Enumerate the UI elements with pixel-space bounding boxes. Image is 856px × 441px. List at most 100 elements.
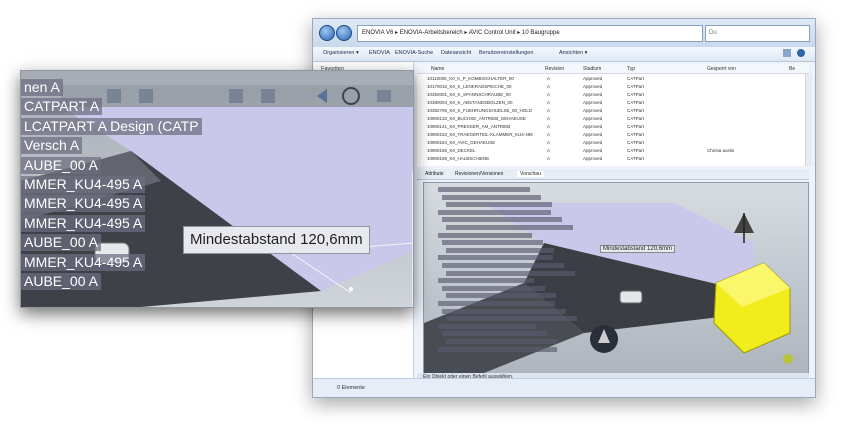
preview-tree-item[interactable] [442,194,541,200]
cell-revision: A [547,148,551,153]
cell-revision: A [547,76,551,81]
toolbar: Organisieren ▾ ENOVIA ENOVIA-Suche Datei… [313,47,815,62]
address-field[interactable]: ENOVIA V6 ▸ ENOVIA-Arbeitsbereich ▸ AVIC… [357,25,703,42]
table-row[interactable]: 10382705_K0_K_FUEHRUNGSHUELSE_00_HOLD A Ap… [417,108,805,114]
tab-revisions[interactable]: Revisionen/Versionen [455,171,503,177]
cell-name: 10900166_K0_DECKEL [427,148,476,153]
cell-revision: A [547,92,551,97]
toolbar-enovia-button[interactable]: ENOVIA [369,50,390,56]
preview-tree-item[interactable] [442,308,566,314]
toolbar-file-view-button[interactable]: Dateiansicht [441,50,471,56]
cell-revision: A [547,84,551,89]
column-revision[interactable]: Revision [545,66,564,72]
back-icon[interactable] [319,25,335,41]
cell-type: CATPart [627,148,644,153]
spec-tree-item[interactable]: MMER_KU4-495 A [21,176,146,193]
column-stadium[interactable]: Stadium [583,66,601,72]
table-row[interactable]: 10900168_K0_HALBSCHIENE A Approved CATPart [417,156,805,162]
preview-tree-item[interactable] [446,202,552,208]
spec-tree-item[interactable]: MMER_KU4-495 A [21,253,146,271]
column-name[interactable]: Name [431,66,444,72]
cell-type: CATPart [627,156,644,161]
preview-tree-item[interactable] [446,225,573,230]
column-locked-by[interactable]: Gesperrt von [707,66,736,72]
spec-tree-item[interactable]: Versch A [21,137,83,155]
item-count: 0 Elemente [337,385,365,391]
preview-tree-item[interactable] [446,316,577,322]
preview-tree-item[interactable] [438,255,553,261]
column-be[interactable]: Be [789,66,795,72]
cell-stadium: Approved [583,156,603,161]
toolbar-icon [107,89,121,103]
preview-tree-item[interactable] [442,217,562,223]
spec-tree-item[interactable]: AUBE_00 A [21,234,101,252]
table-row[interactable]: 10900166_K0_DECKEL A Approved CATPart Christ… [417,148,805,154]
list-scrollbar[interactable] [805,74,812,166]
preview-tree-item[interactable] [442,331,547,337]
address-bar: ENOVIA V6 ▸ ENOVIA-Arbeitsbereich ▸ AVIC… [313,19,815,48]
preview-tree-item[interactable] [438,323,536,329]
file-list: 10110006_K0_K_P_KOMBISCHALTER_00 A Approve… [417,74,805,166]
preview-tree-item[interactable] [442,285,545,291]
spec-tree-item[interactable]: nen A [21,79,63,96]
preview-tree-item[interactable] [438,278,534,284]
preview-tree-item[interactable] [438,346,557,352]
table-row[interactable]: 10900141_K0_PRESSER_AM_ANTRIEB A Approved C… [417,124,805,130]
spec-tree-item[interactable]: AUBE_00 A [21,156,101,174]
view-icon[interactable] [783,49,791,57]
measure-point [349,287,353,291]
cell-type: CATPart [627,100,644,105]
spec-tree-item[interactable]: MMER_KU4-495 A [21,214,146,232]
table-row[interactable]: 10110006_K0_K_P_KOMBISCHALTER_00 A Approve… [417,76,805,82]
preview-tree-item[interactable] [438,187,530,192]
preview-tree-item[interactable] [446,270,575,276]
cell-stadium: Approved [583,92,603,97]
cell-stadium: Approved [583,76,603,81]
table-row[interactable]: 10900153_K0_TRAEGERTEIL-KLAMMER_KU4-495 A… [417,132,805,138]
spec-tree-item[interactable]: AUBE_00 A [21,273,101,290]
cell-revision: A [547,116,551,121]
toolbar-organize-button[interactable]: Organisieren ▾ [323,50,359,56]
detail-tabs: Attribute Revisionen/Versionen Vorschau [417,169,809,180]
cell-revision: A [547,132,551,137]
spec-tree-item[interactable]: LCATPART A Design (CATP [21,117,202,135]
preview-tree-item[interactable] [438,232,532,238]
zoom-overlay: nen A CATPART A LCATPART A Design (CATP Ver… [20,70,414,308]
cell-revision: A [547,140,551,145]
table-row[interactable]: 10380004_K0_K_ABSTANDSBOLZEN_00 A Approved… [417,100,805,106]
toolbar-enovia-search-button[interactable]: ENOVIA-Suche [395,50,433,56]
cell-type: CATPart [627,140,644,145]
preview-tree-item[interactable] [446,247,554,253]
cell-name: 10380004_K0_K_ABSTANDSBOLZEN_00 [427,100,513,105]
toolbar-icon [377,90,391,102]
cell-name: 10900153_K0_TRAEGERTEIL-KLAMMER_KU4-495 [427,132,533,137]
table-row[interactable]: 10900164_K0_AVIC_GEHAEUSE A Approved CATPar… [417,140,805,146]
cell-type: CATPart [627,76,644,81]
search-input[interactable]: Du [705,25,810,42]
spec-tree-item[interactable]: MMER_KU4-495 A [21,195,146,213]
preview-tree-item[interactable] [442,240,543,246]
column-type[interactable]: Typ [627,66,635,72]
toolbar-views-button[interactable]: Ansichten ▾ [559,50,587,56]
tab-preview[interactable]: Vorschau [517,171,544,177]
cell-name: 10382705_K0_K_FUEHRUNGSHUELSE_00_HOLD [427,108,533,113]
forward-icon[interactable] [336,25,352,41]
help-icon[interactable] [797,49,805,57]
cell-stadium: Approved [583,148,603,153]
table-row[interactable]: 10900133_K0_BUCHSE_ANTRIEB_GEHAEUSE A Appr… [417,116,805,122]
cell-stadium: Approved [583,132,603,137]
preview-tree-item[interactable] [446,293,556,299]
preview-tree-item[interactable] [438,301,555,306]
preview-viewport[interactable]: Mindestabstand 120,6mm [423,182,809,374]
toolbar-settings-button[interactable]: Benutzereinstellungen [479,50,533,56]
table-row[interactable]: 10350001_K0_K_SPANNSCHRAUBE_00 A Approved C… [417,92,805,98]
cell-revision: A [547,156,551,161]
table-row[interactable]: 10170016_K0_K_LENKRADSPEICHE_00 A Approved… [417,84,805,90]
tab-attributes[interactable]: Attribute [425,171,444,177]
preview-tree-item[interactable] [442,263,564,268]
preview-tree-item[interactable] [438,209,551,215]
preview-tree-item[interactable] [446,339,558,344]
cell-name: 10900141_K0_PRESSER_AM_ANTRIEB [427,124,511,129]
spec-tree-item[interactable]: CATPART A [21,98,103,116]
toolbar-icon [261,89,275,103]
